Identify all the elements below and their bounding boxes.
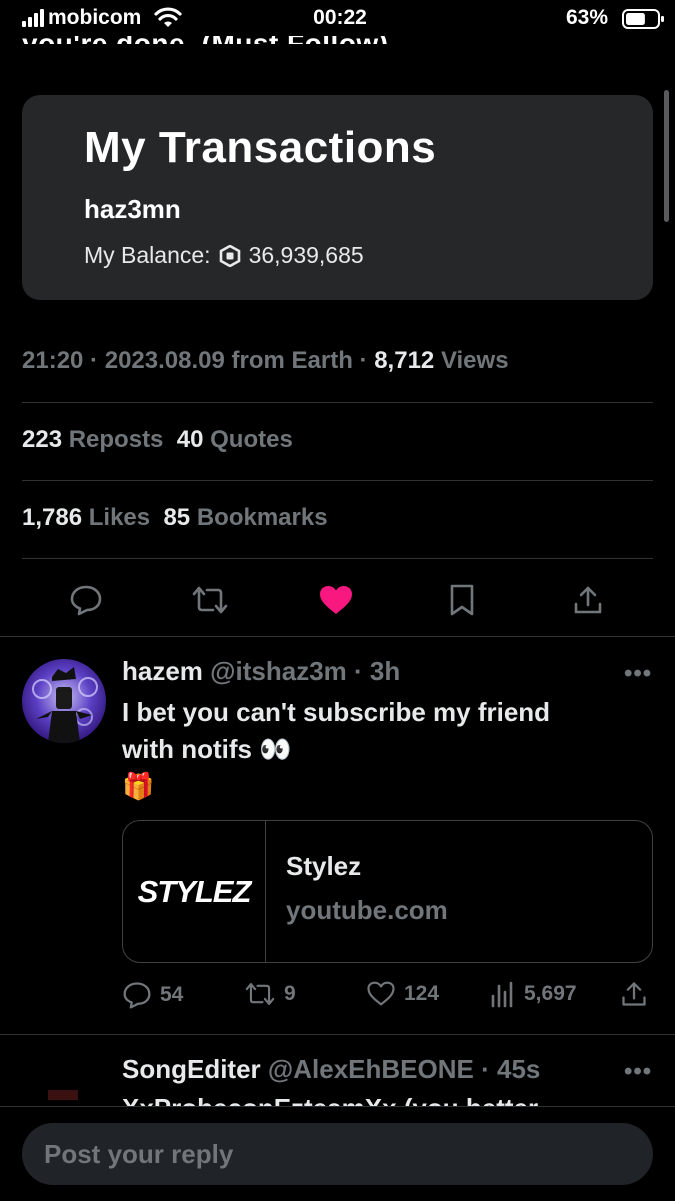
reposts-count: 223 xyxy=(22,426,63,453)
views-label: Views xyxy=(440,347,509,374)
reply-time: 45s xyxy=(496,1054,541,1084)
cellular-signal-icon xyxy=(22,9,44,27)
avatar[interactable] xyxy=(22,659,106,743)
reply-text-line: I bet you can't subscribe my friend xyxy=(122,697,551,727)
views-count: 8,712 xyxy=(374,347,435,374)
repost-count: 9 xyxy=(284,982,296,1005)
link-domain: youtube.com xyxy=(286,895,448,925)
reply-header: SongEditer @AlexEhBEONE · 45s xyxy=(122,1054,541,1084)
link-thumbnail: STYLEZ xyxy=(123,821,266,962)
reposts-link[interactable]: 223 Reposts xyxy=(22,426,163,453)
reply-time: 3h xyxy=(369,656,401,686)
like-icon xyxy=(367,981,395,1006)
link-preview-card[interactable]: STYLEZ Stylez youtube.com xyxy=(122,820,653,963)
share-icon xyxy=(574,586,602,614)
avatar[interactable] xyxy=(48,1090,78,1100)
bookmarks-label: Bookmarks xyxy=(196,504,328,531)
reply-button[interactable] xyxy=(66,580,106,620)
balance-value: 36,939,685 xyxy=(248,242,364,268)
stylez-logo: STYLEZ xyxy=(137,873,252,909)
reply-like-button[interactable]: 124 xyxy=(366,980,439,1007)
reply-handle[interactable]: @AlexEhBEONE xyxy=(268,1054,474,1084)
likes-count: 1,786 xyxy=(22,504,83,531)
reply-text: I bet you can't subscribe my friend with… xyxy=(122,694,642,805)
reply-icon xyxy=(70,585,102,616)
bookmark-button[interactable] xyxy=(442,580,482,620)
views-chart-icon xyxy=(491,981,513,1008)
clock: 00:22 xyxy=(313,6,367,29)
bookmarks-count: 85 xyxy=(163,504,191,531)
quotes-link[interactable]: 40 Quotes xyxy=(177,426,293,453)
card-balance: My Balance: 36,939,685 xyxy=(84,242,364,269)
reply-share-button[interactable] xyxy=(620,980,648,1008)
more-options-icon[interactable]: ••• xyxy=(624,1058,652,1086)
more-options-icon[interactable]: ••• xyxy=(624,660,652,688)
repost-icon xyxy=(192,586,228,614)
repost-quote-stats: 223 Reposts 40 Quotes xyxy=(22,426,293,454)
card-title: My Transactions xyxy=(84,123,437,172)
quotes-count: 40 xyxy=(176,426,204,453)
like-count: 124 xyxy=(404,981,440,1005)
divider xyxy=(22,480,653,481)
divider xyxy=(22,402,653,403)
scrollbar-thumb[interactable] xyxy=(664,90,669,222)
post-meta: 21:20 · 2023.08.09 from Earth · 8,712 Vi… xyxy=(22,347,509,374)
reply-display-name[interactable]: SongEditer xyxy=(122,1054,261,1084)
reply-repost-button[interactable]: 9 xyxy=(244,980,296,1008)
share-button[interactable] xyxy=(568,580,608,620)
like-bookmark-stats: 1,786 Likes 85 Bookmarks xyxy=(22,504,328,532)
repost-button[interactable] xyxy=(190,580,230,620)
reply-display-name[interactable]: hazem xyxy=(122,656,203,686)
reply-icon xyxy=(123,982,151,1009)
balance-label: My Balance: xyxy=(84,242,211,268)
share-icon xyxy=(622,982,646,1006)
wifi-icon xyxy=(154,7,182,27)
reply-text-line: 🎁 xyxy=(122,771,155,801)
link-title: Stylez xyxy=(286,851,362,881)
bookmark-icon xyxy=(450,584,474,616)
like-icon-filled xyxy=(320,586,352,614)
views-count: 5,697 xyxy=(524,982,577,1005)
post-time: 21:20 xyxy=(22,347,84,374)
reply-header: hazem @itshaz3m · 3h xyxy=(122,656,401,686)
battery-icon xyxy=(622,9,664,29)
reply-reply-button[interactable]: 54 xyxy=(122,980,183,1010)
likes-label: Likes xyxy=(88,504,151,531)
reply-text-cut-off: XxProbeconEzteamXx (you better xyxy=(122,1094,538,1106)
like-button[interactable] xyxy=(316,580,356,620)
reposts-label: Reposts xyxy=(68,426,164,453)
card-username: haz3mn xyxy=(84,194,181,224)
likes-link[interactable]: 1,786 Likes xyxy=(22,504,150,531)
robux-icon xyxy=(219,244,240,267)
repost-icon xyxy=(245,983,275,1005)
reply-input[interactable]: Post your reply xyxy=(22,1123,653,1185)
carrier-name: mobicom xyxy=(48,6,142,29)
divider xyxy=(0,1034,675,1035)
reply-views-button[interactable]: 5,697 xyxy=(490,980,577,1008)
status-bar: mobicom 00:22 63% xyxy=(0,0,675,36)
reply-text-line: with notifs 👀 xyxy=(122,734,292,764)
battery-percentage: 63% xyxy=(566,6,609,29)
reply-count: 54 xyxy=(160,983,184,1006)
post-date: 2023.08.09 xyxy=(104,347,225,374)
divider xyxy=(0,636,675,637)
post-source: from Earth xyxy=(231,347,353,374)
divider xyxy=(22,558,653,559)
quotes-label: Quotes xyxy=(210,426,293,453)
avatar-image xyxy=(22,659,106,743)
bookmarks-link[interactable]: 85 Bookmarks xyxy=(163,504,327,531)
reply-handle[interactable]: @itshaz3m xyxy=(210,656,347,686)
